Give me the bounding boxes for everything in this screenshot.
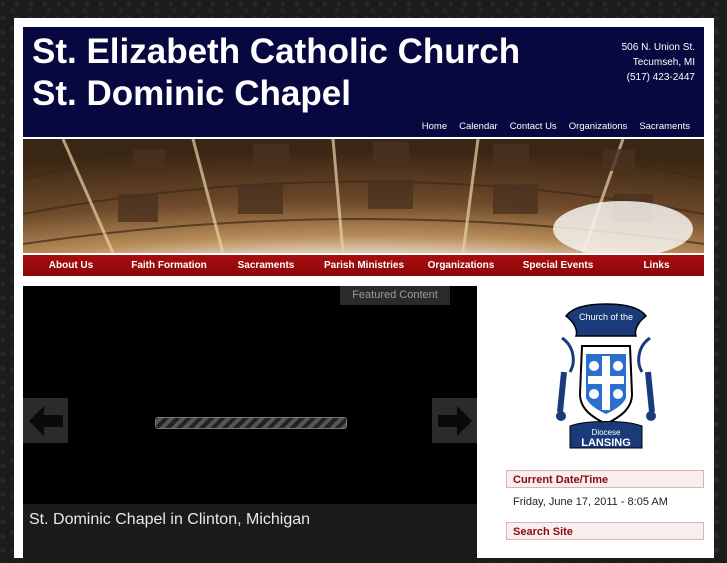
- featured-content-label: Featured Content: [340, 286, 450, 305]
- search-site-widget-title: Search Site: [506, 522, 704, 540]
- slider-loading-bar: [155, 417, 347, 429]
- main-nav: About Us Faith Formation Sacraments Pari…: [23, 255, 704, 276]
- site-title-line2[interactable]: St. Dominic Chapel: [32, 75, 351, 113]
- page: St. Elizabeth Catholic Church St. Domini…: [14, 18, 714, 563]
- site-title-line1[interactable]: St. Elizabeth Catholic Church: [32, 33, 520, 71]
- main-nav-organizations[interactable]: Organizations: [415, 260, 507, 271]
- slider-prev-button[interactable]: [23, 398, 68, 443]
- top-nav-home[interactable]: Home: [416, 121, 453, 132]
- main-nav-about-us[interactable]: About Us: [23, 260, 119, 271]
- top-nav: Home Calendar Contact Us Organizations S…: [416, 121, 696, 132]
- current-date-widget-title: Current Date/Time: [506, 470, 704, 488]
- slider-caption-text: St. Dominic Chapel in Clinton, Michigan: [29, 511, 311, 528]
- featured-slider[interactable]: Featured Content St. Dominic Chapel in C…: [23, 286, 477, 563]
- address-city: Tecumseh, MI: [632, 57, 695, 68]
- diocese-crest-logo: Church of the Diocese LANSING: [556, 303, 656, 449]
- address-phone: (517) 423-2447: [626, 72, 695, 83]
- address-street: 506 N. Union St.: [621, 42, 695, 53]
- main-nav-faith-formation[interactable]: Faith Formation: [119, 260, 219, 271]
- crest-lansing-text: LANSING: [581, 437, 631, 449]
- main-nav-sacraments[interactable]: Sacraments: [219, 260, 313, 271]
- dome-banner-image: [23, 139, 704, 253]
- main-nav-links[interactable]: Links: [609, 260, 704, 271]
- crest-top-text: Church of the: [579, 312, 633, 322]
- crest-diocese-text: Diocese: [592, 428, 621, 437]
- top-nav-sacraments[interactable]: Sacraments: [633, 121, 696, 132]
- top-nav-contact-us[interactable]: Contact Us: [504, 121, 563, 132]
- dome-banner-art: [23, 139, 704, 253]
- top-nav-calendar[interactable]: Calendar: [453, 121, 504, 132]
- church-address: 506 N. Union St. Tecumseh, MI (517) 423-…: [622, 40, 695, 85]
- slider-caption: St. Dominic Chapel in Clinton, Michigan: [23, 504, 477, 563]
- main-nav-parish-ministries[interactable]: Parish Ministries: [313, 260, 415, 271]
- top-nav-organizations[interactable]: Organizations: [563, 121, 634, 132]
- slider-next-button[interactable]: [432, 398, 477, 443]
- site-header: St. Elizabeth Catholic Church St. Domini…: [23, 27, 704, 137]
- current-date-value: Friday, June 17, 2011 - 8:05 AM: [513, 496, 668, 508]
- arrow-left-icon: [28, 405, 63, 436]
- diocese-of-lansing-crest[interactable]: Church of the Diocese LANSING: [556, 302, 656, 450]
- main-nav-special-events[interactable]: Special Events: [507, 260, 609, 271]
- arrow-right-icon: [437, 405, 472, 436]
